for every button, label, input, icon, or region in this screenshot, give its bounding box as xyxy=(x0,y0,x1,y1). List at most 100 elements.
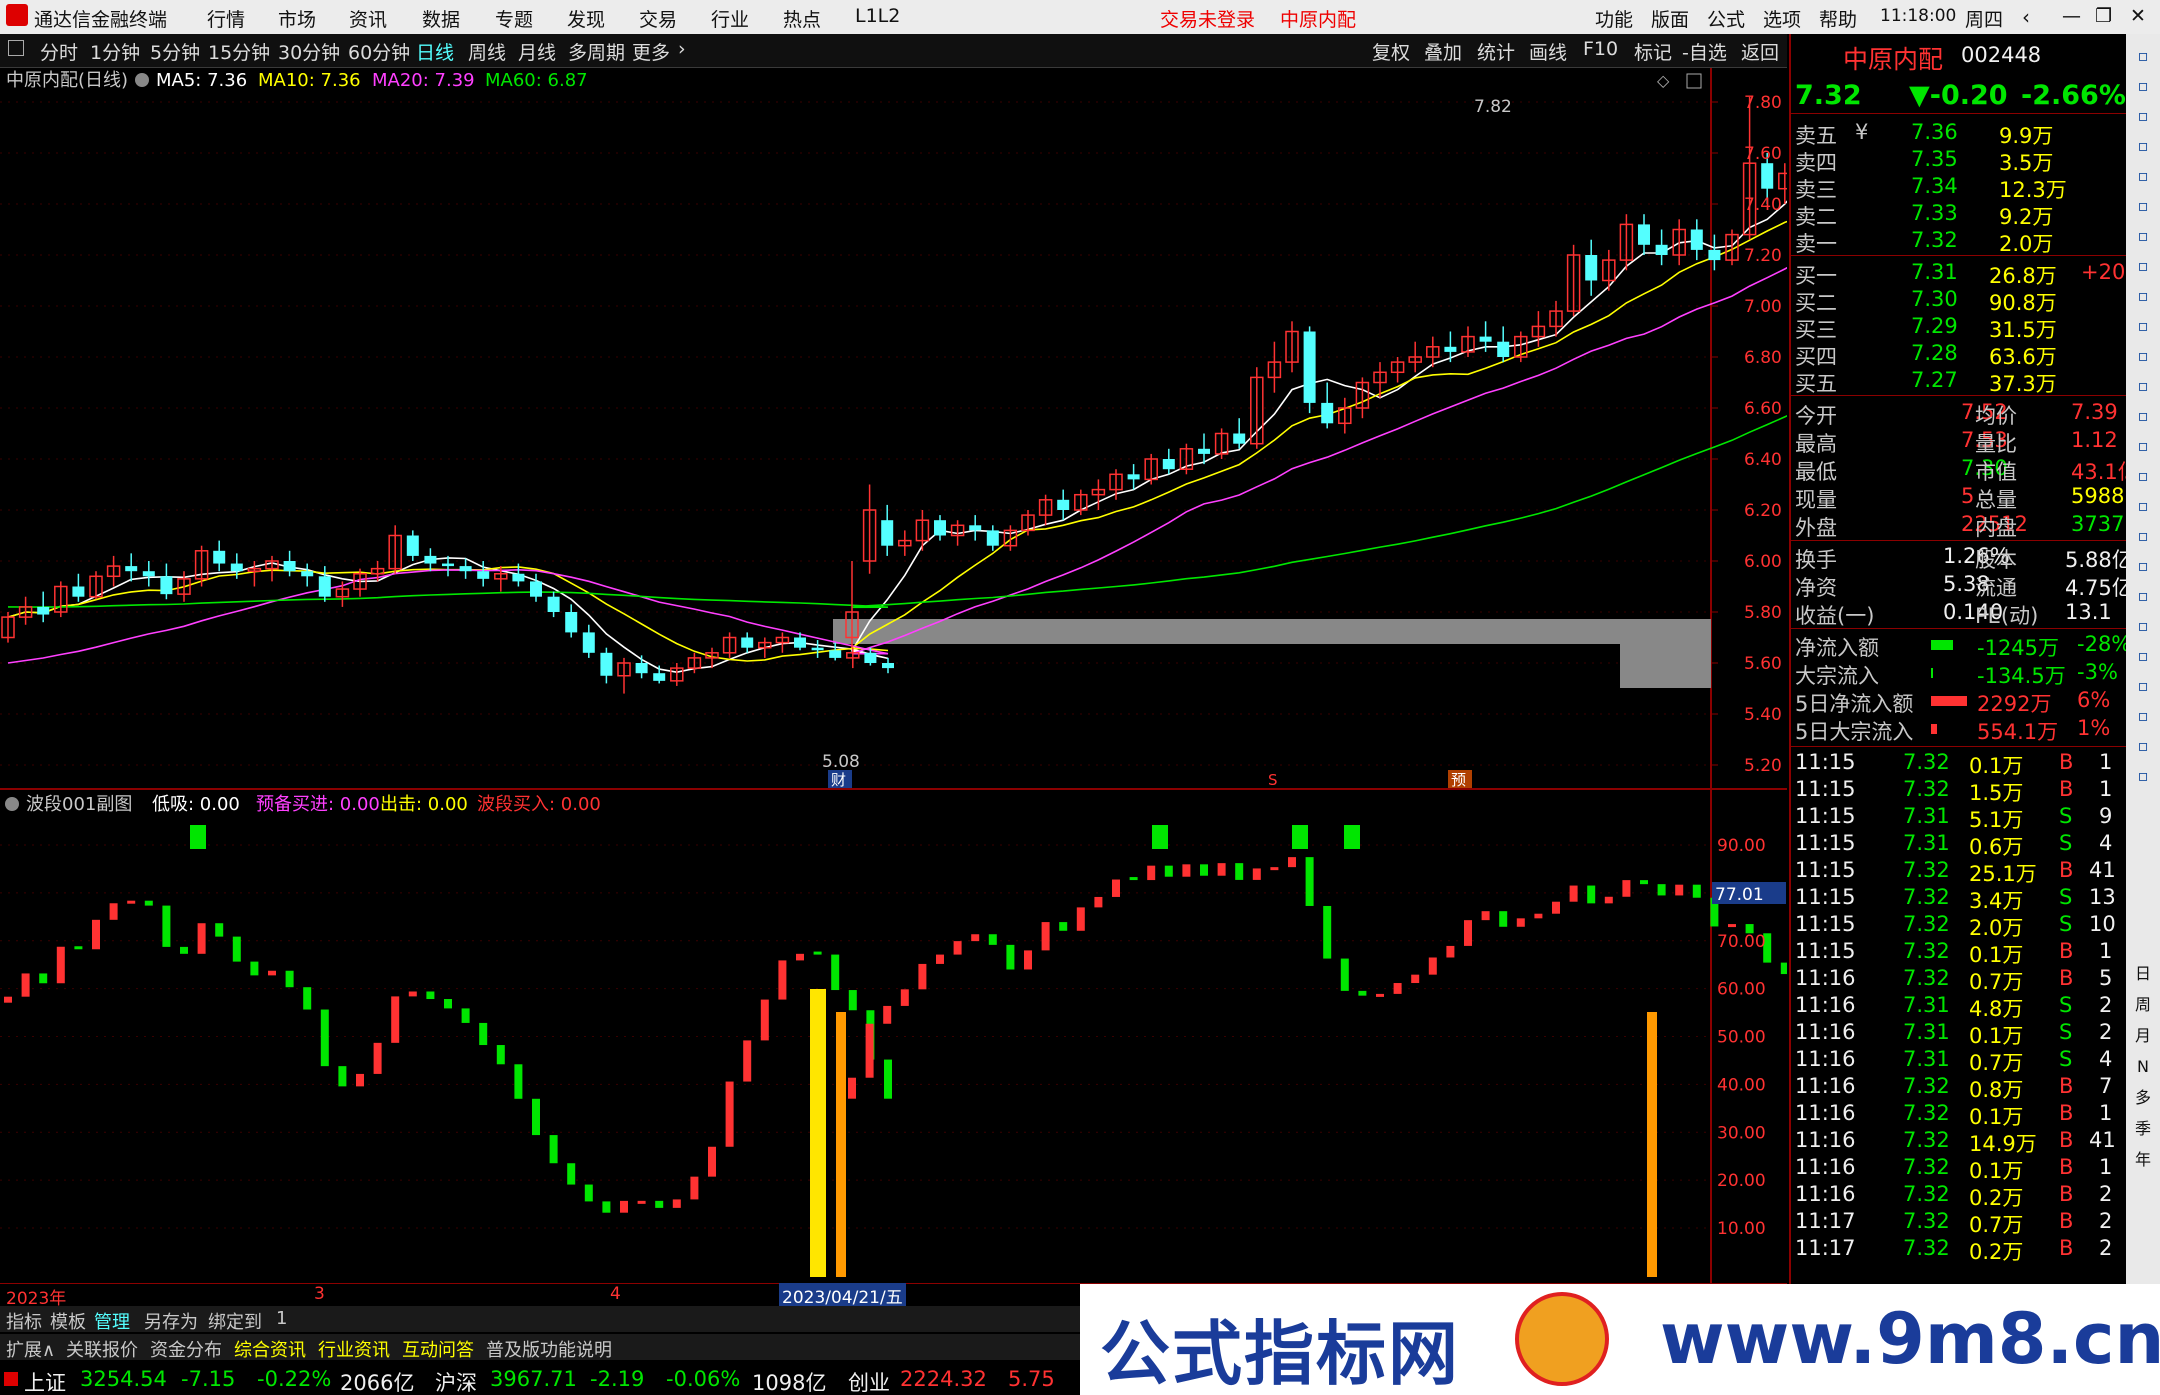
tick-row[interactable]: 11:16 7.31 4.8万 S 2 xyxy=(1791,993,2126,1021)
candle-body[interactable] xyxy=(37,606,50,615)
buy-signal-bar[interactable] xyxy=(810,989,826,1277)
toolbar-shortcut-icon[interactable]: ▫ xyxy=(2131,734,2155,758)
indicator-tab-active[interactable]: 管理 xyxy=(94,1308,130,1334)
toolbar-button[interactable]: 叠加 xyxy=(1424,38,1462,65)
candle-body[interactable] xyxy=(318,576,331,597)
stat-row[interactable]: 最低 7.30 市值 43.1亿 xyxy=(1791,456,2139,484)
candle-body[interactable] xyxy=(881,520,894,546)
indicator-tab[interactable]: 模板 xyxy=(50,1308,86,1334)
login-status[interactable]: 交易未登录 xyxy=(1160,5,1255,32)
candle-body[interactable] xyxy=(406,535,419,556)
period-tab[interactable]: 1分钟 xyxy=(90,38,140,65)
candle-body[interactable] xyxy=(477,571,490,579)
candle-body[interactable] xyxy=(1708,249,1721,261)
tick-row[interactable]: 11:15 7.32 1.5万 B 1 xyxy=(1791,777,2126,805)
extension-tab[interactable]: 资金分布 xyxy=(150,1336,222,1362)
kline-charts[interactable]: 7.80 7.60 7.40 7.20 7.00 6.80 6.60 6.40 6.20 6.00… xyxy=(0,68,1787,1284)
candle-body[interactable] xyxy=(1690,229,1703,250)
toolbar-shortcut-icon[interactable]: ▫ xyxy=(2131,164,2155,188)
fin-row[interactable]: 换手 1.26% 股本 5.88亿 xyxy=(1791,544,2133,572)
candle-body[interactable] xyxy=(1233,433,1246,444)
toolbar-shortcut-icon[interactable]: ▫ xyxy=(2131,704,2155,728)
tick-row[interactable]: 11:15 7.32 2.0万 S 10 xyxy=(1791,912,2126,940)
period-tab[interactable]: 月线 xyxy=(518,38,556,65)
candle-body[interactable] xyxy=(635,663,648,674)
sell-level[interactable]: 卖一 7.32 2.0万 xyxy=(1791,228,2126,256)
extension-tab[interactable]: 扩展∧ xyxy=(6,1336,55,1362)
tick-row[interactable]: 11:15 7.31 5.1万 S 9 xyxy=(1791,804,2126,832)
candle-body[interactable] xyxy=(125,566,138,572)
period-shortcut[interactable]: N xyxy=(2131,1055,2155,1079)
index-name[interactable]: 创业 xyxy=(848,1367,890,1395)
toolbar-shortcut-icon[interactable]: ▫ xyxy=(2131,284,2155,308)
diamond-icon[interactable]: ◇ xyxy=(1657,71,1670,90)
period-tab[interactable]: 60分钟 xyxy=(348,38,410,65)
menu-item[interactable]: 行情 xyxy=(207,5,245,32)
window-toggle-icon[interactable] xyxy=(1686,73,1702,89)
sell-level[interactable]: 卖二 7.33 9.2万 xyxy=(1791,201,2126,229)
chevron-right-icon[interactable]: › xyxy=(678,38,686,60)
indicator-tab[interactable]: 绑定到 xyxy=(208,1308,262,1334)
sub-settings-icon[interactable] xyxy=(5,797,19,811)
settings-dot-icon[interactable] xyxy=(135,73,149,87)
period-shortcut[interactable]: 季 xyxy=(2131,1117,2155,1141)
candle-body[interactable] xyxy=(864,652,877,663)
tick-row[interactable]: 11:15 7.32 3.4万 S 13 xyxy=(1791,885,2126,913)
toolbar-shortcut-icon[interactable]: ▫ xyxy=(2131,764,2155,788)
toolbar-button[interactable]: 返回 xyxy=(1741,38,1779,65)
signal-green-marker[interactable] xyxy=(190,825,206,849)
period-tab-more[interactable]: 更多 xyxy=(632,38,670,65)
tick-row[interactable]: 11:16 7.31 0.1万 S 2 xyxy=(1791,1020,2126,1048)
candle-body[interactable] xyxy=(1162,459,1175,470)
toolbar-shortcut-icon[interactable]: ▫ xyxy=(2131,404,2155,428)
tick-row[interactable]: 11:17 7.32 0.2万 B 2 xyxy=(1791,1236,2126,1264)
toolbar-shortcut-icon[interactable]: ▫ xyxy=(2131,524,2155,548)
index-name[interactable]: 上证 xyxy=(24,1367,66,1395)
toolbar-shortcut-icon[interactable]: ▫ xyxy=(2131,314,2155,338)
candle-body[interactable] xyxy=(1585,255,1598,281)
menu-item[interactable]: 专题 xyxy=(495,5,533,32)
tick-row[interactable]: 11:15 7.32 25.1万 B 41 xyxy=(1791,858,2126,886)
menu-item-right[interactable]: 帮助 xyxy=(1819,5,1857,32)
buy-level[interactable]: 买一 7.31 26.8万 +20 xyxy=(1791,260,2126,288)
fin-row[interactable]: 净资 5.38 流通 4.75亿 xyxy=(1791,572,2133,600)
candle-body[interactable] xyxy=(160,576,173,595)
candle-body[interactable] xyxy=(301,571,314,577)
candle-body[interactable] xyxy=(459,566,472,572)
candle-body[interactable] xyxy=(882,663,894,669)
menu-item-right[interactable]: 版面 xyxy=(1651,5,1689,32)
candle-body[interactable] xyxy=(442,563,454,567)
toolbar-button[interactable]: 画线 xyxy=(1529,38,1567,65)
toolbar-shortcut-icon[interactable]: ▫ xyxy=(2131,254,2155,278)
candle-body[interactable] xyxy=(213,550,226,564)
menu-item[interactable]: 交易 xyxy=(639,5,677,32)
period-tab[interactable]: 30分钟 xyxy=(278,38,340,65)
flow-row[interactable]: 大宗流入 -134.5万 -3% xyxy=(1791,660,2126,688)
indicator-tab[interactable]: 1 xyxy=(276,1308,287,1329)
candle-body[interactable] xyxy=(969,525,982,531)
buy-level[interactable]: 买四 7.28 63.6万 xyxy=(1791,341,2126,369)
signal-green-marker[interactable] xyxy=(1152,825,1168,849)
toolbar-button[interactable]: 统计 xyxy=(1477,38,1515,65)
back-icon[interactable]: ‹ xyxy=(2022,5,2030,29)
extension-tab[interactable]: 行业资讯 xyxy=(318,1336,390,1362)
candle-body[interactable] xyxy=(424,555,437,564)
flow-row[interactable]: 5日大宗流入 554.1万 1% xyxy=(1791,716,2126,744)
period-shortcut[interactable]: 周 xyxy=(2131,993,2155,1017)
minimize-icon[interactable]: — xyxy=(2062,5,2081,27)
candle-body[interactable] xyxy=(1479,336,1492,342)
menu-item-right[interactable]: 选项 xyxy=(1763,5,1801,32)
toolbar-shortcut-icon[interactable]: ▫ xyxy=(2131,674,2155,698)
restore-icon[interactable]: ❐ xyxy=(2095,5,2112,27)
candle-body[interactable] xyxy=(741,637,754,648)
menu-item[interactable]: 发现 xyxy=(567,5,605,32)
toolbar-shortcut-icon[interactable]: ▫ xyxy=(2131,374,2155,398)
period-tab[interactable]: 分时 xyxy=(40,38,78,65)
candle-body[interactable] xyxy=(1198,448,1210,454)
stat-row[interactable]: 今开 7.52 均价 7.39 xyxy=(1791,400,2126,428)
candle-body[interactable] xyxy=(1761,163,1774,189)
candle-body[interactable] xyxy=(1638,224,1650,245)
extension-tab[interactable]: 综合资讯 xyxy=(234,1336,306,1362)
candle-body[interactable] xyxy=(829,650,842,658)
candle-body[interactable] xyxy=(1778,172,1787,190)
